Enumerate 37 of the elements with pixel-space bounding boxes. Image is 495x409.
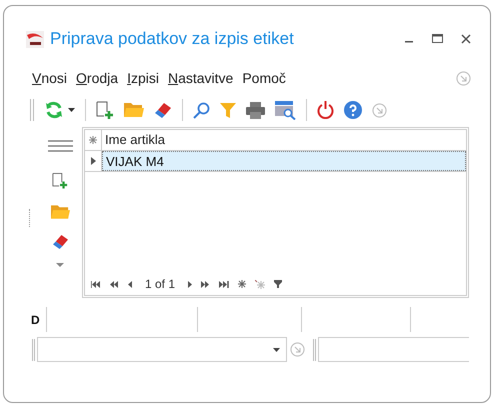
previous-record-icon[interactable] [128,280,133,288]
printer-icon[interactable] [246,102,265,118]
next-page-icon[interactable] [201,280,210,288]
filter-icon[interactable] [274,280,282,288]
asterisk-icon[interactable] [238,280,246,288]
help-icon[interactable] [344,101,362,119]
caret-icon[interactable] [68,108,75,112]
new-document-icon[interactable] [96,100,114,120]
previous-page-icon[interactable] [110,280,119,288]
input-field[interactable] [318,337,469,362]
new-document-icon[interactable] [52,172,68,190]
table-search-icon[interactable] [275,100,296,120]
maximize-icon[interactable] [432,34,443,44]
eraser-icon[interactable] [52,234,68,249]
caret-icon [273,348,280,352]
menu-item[interactable]: Pomoč [242,68,286,88]
menu-icon[interactable] [48,140,72,152]
record-position: 1 of 1 [145,276,176,293]
window-title: Priprava podatkov za izpis etiket [50,28,294,50]
field-label: D [31,312,41,328]
first-record-icon[interactable] [91,280,101,288]
search-icon[interactable] [193,102,210,118]
column-header[interactable]: Ime artikla [102,130,466,150]
menu-item[interactable]: Nastavitve [168,68,234,88]
last-record-icon[interactable] [219,280,230,288]
next-record-icon[interactable] [187,280,192,288]
power-icon[interactable] [317,101,334,119]
menu-item[interactable]: Izpisi [127,68,159,88]
dropdown-field[interactable] [37,337,287,362]
app-logo-icon [26,30,44,48]
close-icon[interactable] [461,34,471,44]
menu-item[interactable]: Orodja [76,68,118,88]
asterisk-icon [89,136,97,144]
asterisk-icon[interactable] [255,280,266,288]
eraser-icon[interactable] [154,102,172,118]
table-cell: VIJAK M4 [102,151,466,171]
menu-item[interactable]: Vnosi [32,68,68,88]
